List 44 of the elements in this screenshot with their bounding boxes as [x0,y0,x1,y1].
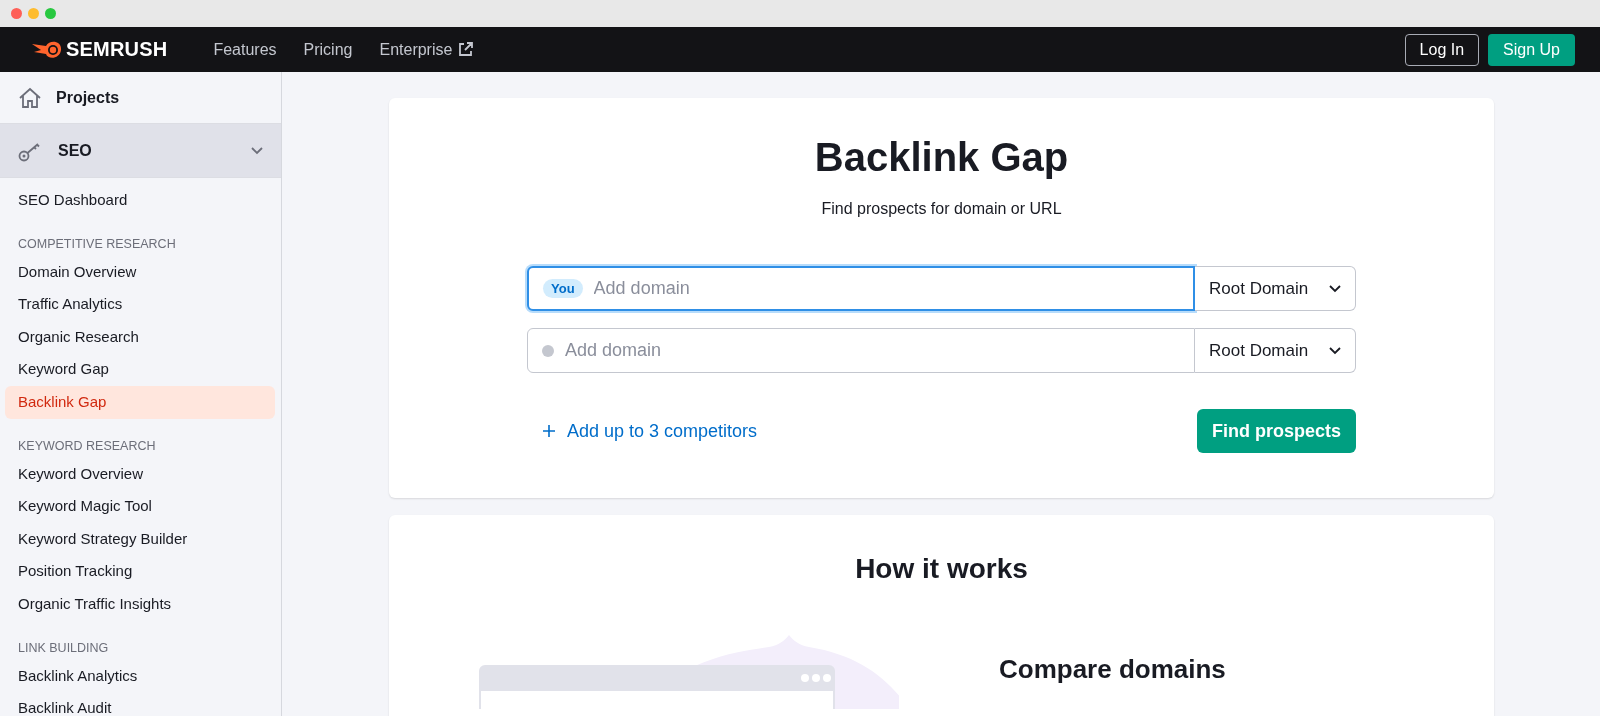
minimize-dot[interactable] [28,8,39,19]
section-heading: LINK BUILDING [17,640,110,655]
page-subtitle: Find prospects for domain or URL [821,200,1062,218]
sidebar-item[interactable]: Organic Traffic Insights [5,587,275,621]
chevron-icon [1329,284,1341,293]
section-heading: KEYWORD RESEARCH [17,438,157,453]
login-button[interactable]: Log In [1404,33,1480,66]
maximize-dot[interactable] [45,8,56,19]
projects-link[interactable]: Projects [56,88,263,107]
sidebar-item[interactable]: Backlink Audit [5,692,275,716]
sidebar-item[interactable]: Keyword Overview [5,457,275,491]
chevron-icon [1329,346,1341,355]
sidebar-item[interactable]: Keyword Gap [5,353,275,386]
scope-dropdown[interactable]: Root Domain [1195,328,1356,373]
plus-icon [543,425,555,437]
close-dot[interactable] [11,8,22,19]
sidebar-item[interactable]: SEO Dashboard [5,184,275,217]
domain-field[interactable]: Add domain [527,328,1195,373]
sidebar-item[interactable]: Keyword Strategy Builder [5,522,275,556]
home-icon [18,85,42,110]
section-heading: COMPETITIVE RESEARCH [17,236,177,251]
flame-logo-icon [32,39,62,60]
sidebar-item[interactable]: Domain Overview [5,255,275,289]
add-competitors-link[interactable]: Add up to 3 competitors [527,420,758,442]
section-title: How it works [855,553,1028,585]
you-badge: You [543,279,583,298]
nav-link[interactable]: Features [213,40,277,59]
sidebar-item[interactable]: Organic Research [5,320,275,354]
nav-link[interactable]: Enterprise [379,40,474,59]
page-title: Backlink Gap [814,135,1069,180]
logo-text[interactable]: SEMRUSH [66,38,168,61]
step-title: Compare domains [999,654,1226,686]
sidebar-item[interactable]: Backlink Analytics [5,659,275,693]
external-link-icon [458,42,474,57]
domain-field[interactable]: You Add domain [527,266,1195,311]
sidebar-item[interactable]: Position Tracking [5,555,275,588]
sidebar-item[interactable]: Keyword Magic Tool [5,490,275,523]
domain-input[interactable]: Add domain [591,277,1179,300]
sidebar-item[interactable]: Traffic Analytics [5,288,275,321]
competitor-dot [542,344,554,357]
sidebar-item[interactable]: Backlink Gap [5,385,275,419]
domain-input[interactable]: Add domain [563,339,1180,362]
scope-dropdown[interactable]: Root Domain [1195,266,1356,311]
nav-link[interactable]: Pricing [303,40,353,59]
